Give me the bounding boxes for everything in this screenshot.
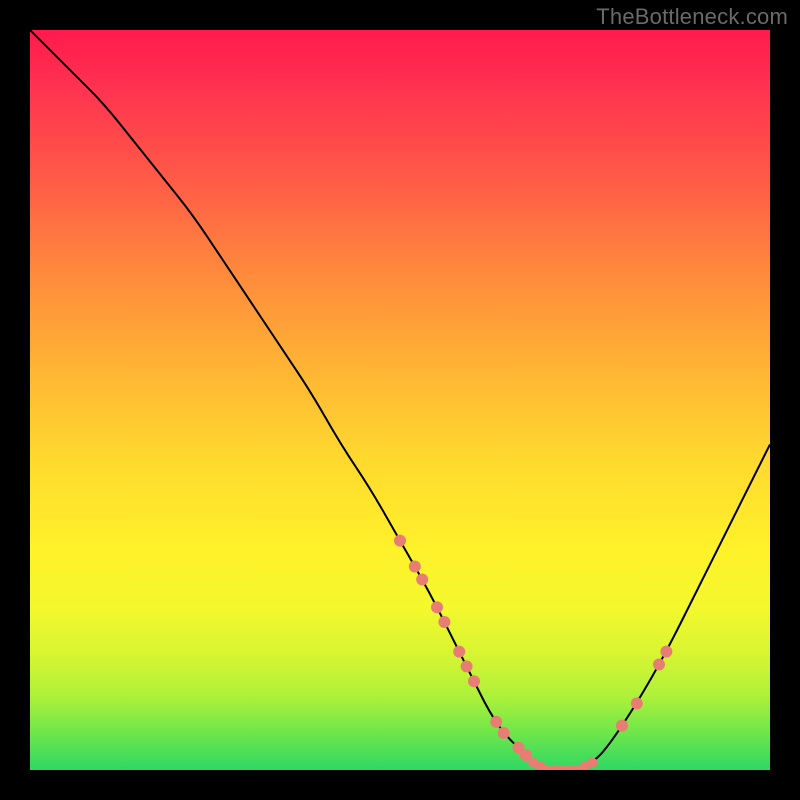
watermark-text: TheBottleneck.com (596, 4, 788, 30)
data-dot (461, 660, 473, 672)
data-dot (631, 697, 643, 709)
data-dot (653, 659, 665, 671)
data-dot (394, 535, 406, 547)
data-dots (394, 535, 672, 770)
chart-area (30, 30, 770, 770)
data-dot (498, 727, 510, 739)
data-dot (416, 574, 428, 586)
data-dot (468, 675, 480, 687)
curve-svg (30, 30, 770, 770)
app-frame: TheBottleneck.com (0, 0, 800, 800)
data-dot (453, 646, 465, 658)
data-dot (409, 561, 421, 573)
data-dot (431, 601, 443, 613)
data-dot (587, 758, 597, 768)
data-dot (616, 720, 628, 732)
data-dot (438, 616, 450, 628)
data-dot (660, 646, 672, 658)
data-dot (490, 716, 502, 728)
